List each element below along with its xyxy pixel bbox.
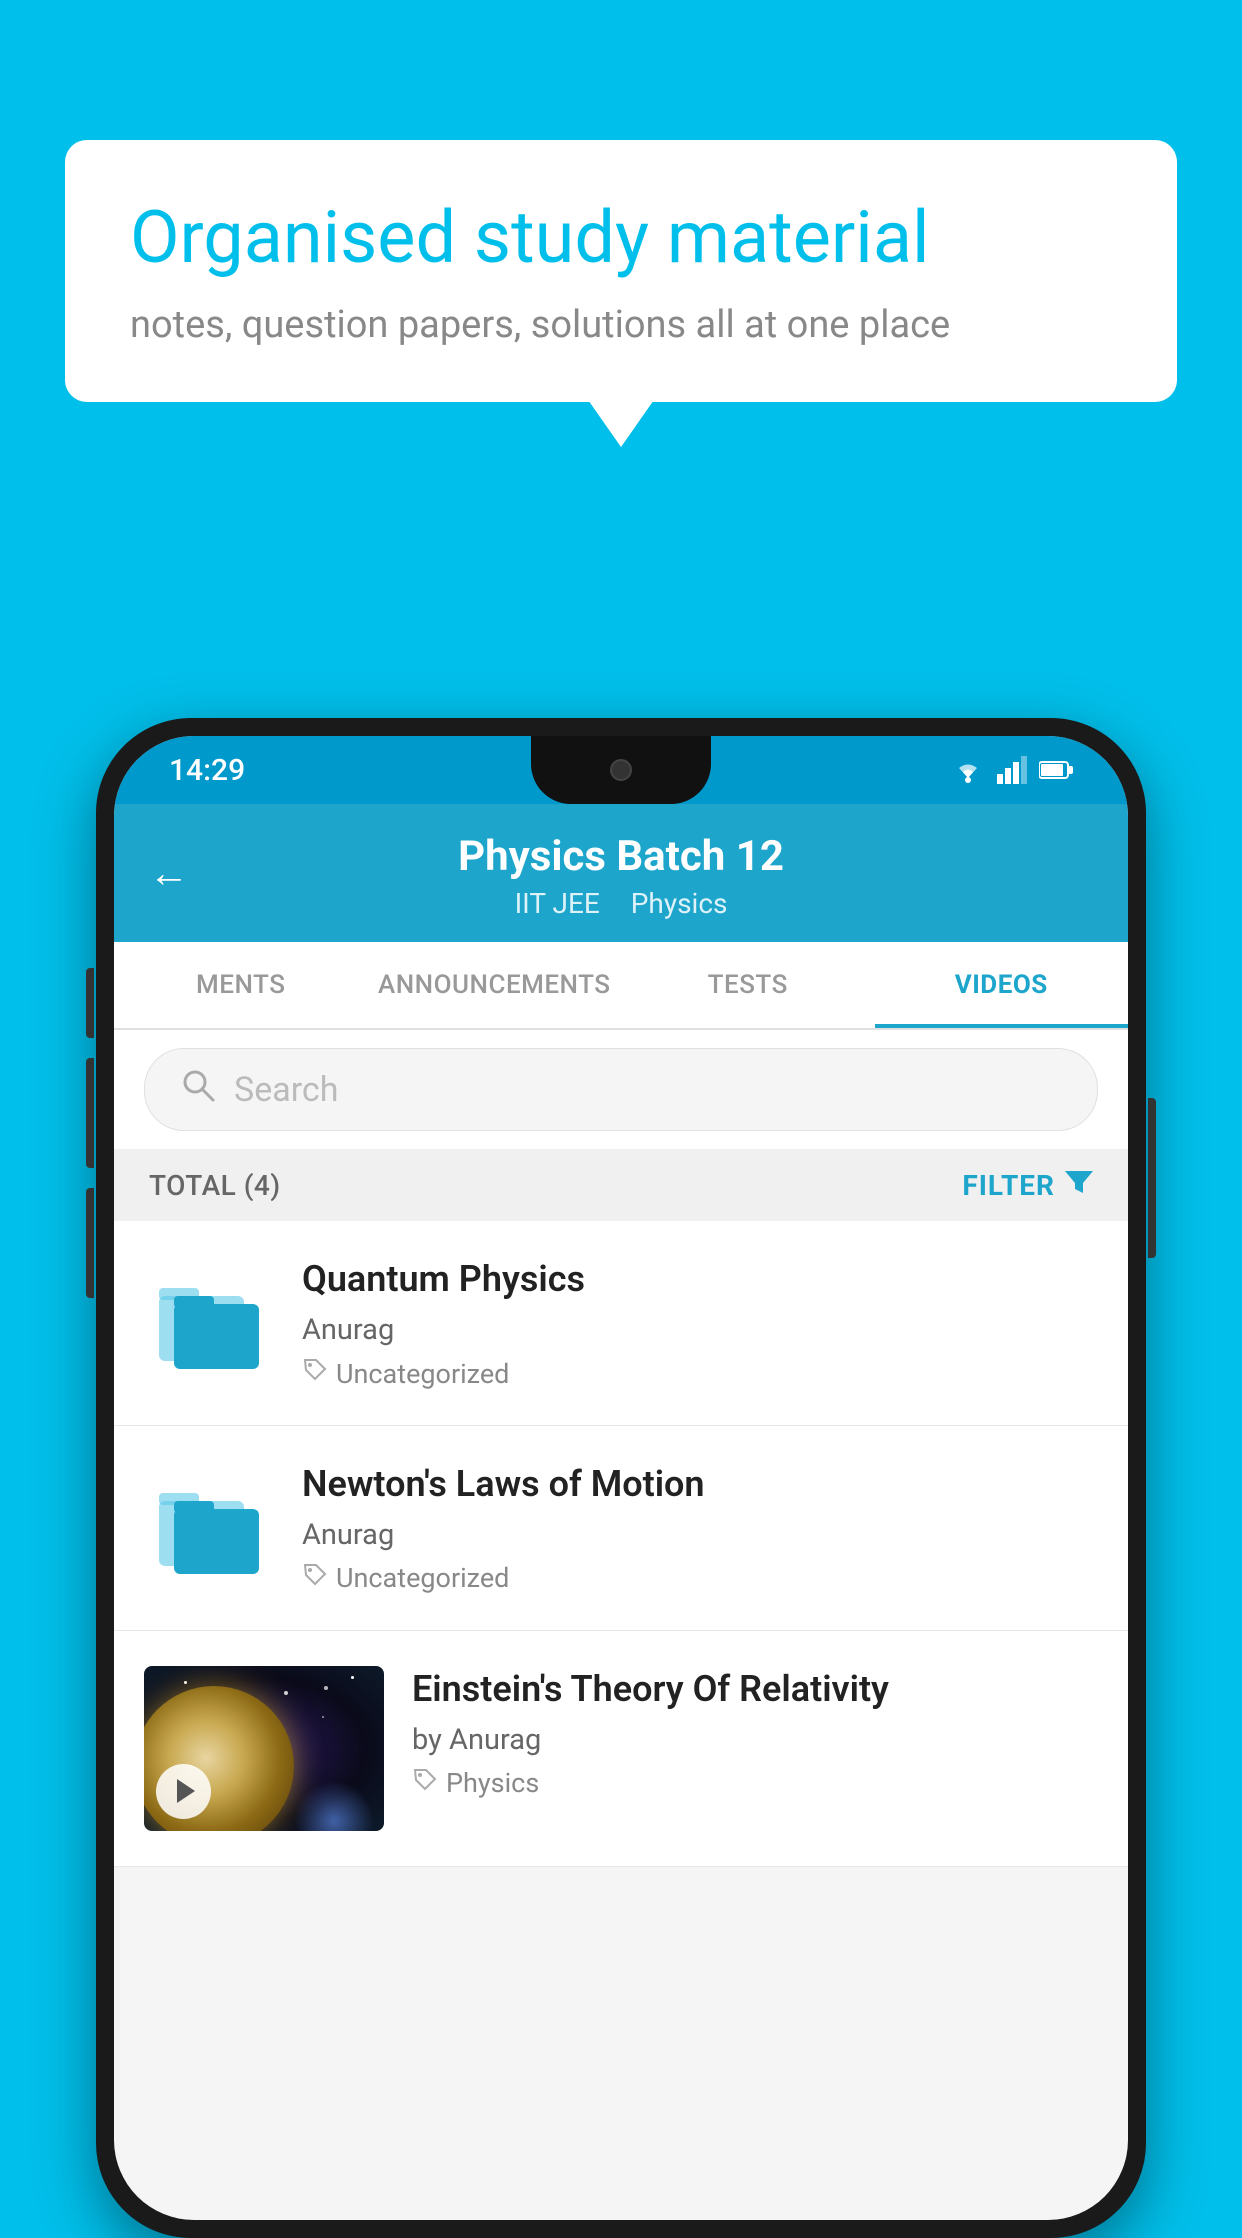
header-subtitle: IIT JEE Physics bbox=[154, 887, 1088, 920]
video-info-3: Einstein's Theory Of Relativity by Anura… bbox=[412, 1666, 1098, 1800]
phone-screen: 14:29 bbox=[114, 736, 1128, 2220]
list-item[interactable]: Newton's Laws of Motion Anurag Uncategor… bbox=[114, 1426, 1128, 1631]
folder-icon-1 bbox=[154, 1266, 264, 1376]
list-item[interactable]: Einstein's Theory Of Relativity by Anura… bbox=[114, 1631, 1128, 1867]
video-list: Quantum Physics Anurag Uncategorized bbox=[114, 1221, 1128, 1867]
video-info-1: Quantum Physics Anurag Uncategorized bbox=[302, 1256, 1098, 1390]
status-time: 14:29 bbox=[169, 753, 245, 788]
video-title-2: Newton's Laws of Motion bbox=[302, 1461, 1098, 1508]
folder-thumb-1 bbox=[144, 1256, 274, 1386]
app-header: ← Physics Batch 12 IIT JEE Physics bbox=[114, 804, 1128, 942]
search-icon bbox=[180, 1067, 216, 1112]
notch bbox=[531, 736, 711, 804]
header-tag-physics: Physics bbox=[631, 887, 728, 920]
video-title-3: Einstein's Theory Of Relativity bbox=[412, 1666, 1098, 1713]
speech-bubble: Organised study material notes, question… bbox=[65, 140, 1177, 402]
tab-videos[interactable]: VIDEOS bbox=[875, 942, 1129, 1028]
filter-icon bbox=[1065, 1167, 1093, 1203]
status-icons bbox=[951, 756, 1073, 784]
video-tag-1: Uncategorized bbox=[302, 1357, 1098, 1390]
bubble-title: Organised study material bbox=[130, 195, 1112, 281]
video-author-2: Anurag bbox=[302, 1518, 1098, 1552]
total-count: TOTAL (4) bbox=[149, 1169, 281, 1202]
filter-label: FILTER bbox=[962, 1169, 1055, 1202]
play-button[interactable] bbox=[156, 1764, 211, 1819]
phone-btn-vol-down2 bbox=[86, 1188, 94, 1298]
filter-button[interactable]: FILTER bbox=[962, 1167, 1093, 1203]
search-placeholder: Search bbox=[234, 1070, 338, 1110]
wifi-icon bbox=[951, 756, 985, 784]
video-tag-2: Uncategorized bbox=[302, 1562, 1098, 1595]
video-title-1: Quantum Physics bbox=[302, 1256, 1098, 1303]
phone-inner: 14:29 bbox=[114, 736, 1128, 2220]
video-tag-3: Physics bbox=[412, 1767, 1098, 1800]
speech-bubble-container: Organised study material notes, question… bbox=[65, 140, 1177, 402]
play-triangle-icon bbox=[177, 1779, 195, 1803]
phone-frame: 14:29 bbox=[96, 718, 1146, 2238]
tab-bar: MENTS ANNOUNCEMENTS TESTS VIDEOS bbox=[114, 942, 1128, 1030]
bubble-subtitle: notes, question papers, solutions all at… bbox=[130, 303, 1112, 347]
battery-icon bbox=[1039, 760, 1073, 780]
tab-announcements[interactable]: ANNOUNCEMENTS bbox=[368, 942, 622, 1028]
phone-btn-power bbox=[1148, 1098, 1156, 1258]
signal-icon bbox=[997, 756, 1027, 784]
tab-ments[interactable]: MENTS bbox=[114, 942, 368, 1028]
filter-row: TOTAL (4) FILTER bbox=[114, 1149, 1128, 1221]
video-thumbnail-3 bbox=[144, 1666, 384, 1831]
search-bar[interactable]: Search bbox=[144, 1048, 1098, 1131]
video-author-1: Anurag bbox=[302, 1313, 1098, 1347]
status-bar: 14:29 bbox=[114, 736, 1128, 804]
back-button[interactable]: ← bbox=[149, 850, 189, 897]
phone-btn-vol-up bbox=[86, 968, 94, 1038]
header-title: Physics Batch 12 bbox=[154, 832, 1088, 882]
tag-icon-1 bbox=[302, 1357, 328, 1390]
video-author-3: by Anurag bbox=[412, 1723, 1098, 1757]
tag-icon-3 bbox=[412, 1767, 438, 1800]
camera-dot bbox=[610, 759, 632, 781]
video-info-2: Newton's Laws of Motion Anurag Uncategor… bbox=[302, 1461, 1098, 1595]
folder-thumb-2 bbox=[144, 1461, 274, 1591]
phone-btn-vol-down1 bbox=[86, 1058, 94, 1168]
tab-tests[interactable]: TESTS bbox=[621, 942, 875, 1028]
search-container: Search bbox=[114, 1030, 1128, 1149]
folder-icon-2 bbox=[154, 1471, 264, 1581]
header-tag-iitjee: IIT JEE bbox=[515, 887, 600, 920]
tag-icon-2 bbox=[302, 1562, 328, 1595]
list-item[interactable]: Quantum Physics Anurag Uncategorized bbox=[114, 1221, 1128, 1426]
